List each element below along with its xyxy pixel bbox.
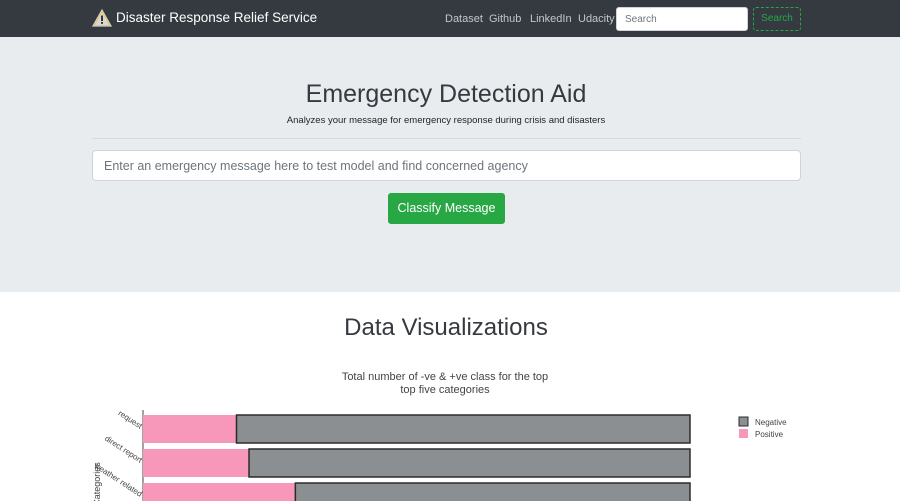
chart-title-line-2: top five categories: [400, 384, 490, 396]
legend-label-positive[interactable]: Positive: [755, 430, 784, 439]
categories-bar-chart: Total number of -ve & +ve class for the …: [92, 371, 787, 501]
navbar: Disaster Response Relief Service Dataset…: [0, 0, 900, 37]
hero-section: Emergency Detection Aid Analyzes your me…: [0, 37, 900, 292]
warning-icon: [92, 9, 112, 27]
bar-negative-request: [235, 414, 691, 444]
search-button[interactable]: Search: [753, 7, 801, 31]
category-tick-label: direct report: [103, 434, 144, 465]
legend-label-negative[interactable]: Negative: [755, 418, 787, 427]
chart-legend: Negative Positive: [738, 416, 787, 439]
page-title: Emergency Detection Aid: [305, 80, 587, 108]
search-input[interactable]: [616, 7, 748, 31]
brand-title: Disaster Response Relief Service: [116, 10, 318, 25]
nav-link-github[interactable]: Github: [489, 13, 521, 26]
brand[interactable]: Disaster Response Relief Service: [92, 9, 317, 27]
page-subtitle: Analyzes your message for emergency resp…: [286, 115, 606, 126]
nav-link-dataset[interactable]: Dataset: [445, 13, 483, 26]
legend-swatch-positive[interactable]: [739, 429, 748, 438]
bar-positive-direct-report: [143, 449, 250, 477]
bar-positive-weather-related: [143, 483, 296, 501]
chart-title-line-1: Total number of -ve & +ve class for the …: [342, 371, 548, 383]
category-tick-label: request: [117, 409, 145, 432]
message-input[interactable]: [92, 150, 801, 181]
divider: [92, 138, 801, 139]
bar-positive-request: [143, 415, 237, 443]
nav-link-udacity[interactable]: Udacity: [578, 13, 615, 26]
bar-negative-weather-related: [294, 482, 691, 501]
bar-negative-direct-report: [248, 448, 691, 478]
section-title: Data Visualizations: [344, 314, 548, 341]
nav-link-linkedin[interactable]: LinkedIn: [530, 13, 572, 26]
classify-message-button[interactable]: Classify Message: [388, 193, 505, 224]
legend-swatch-negative[interactable]: [738, 416, 749, 427]
